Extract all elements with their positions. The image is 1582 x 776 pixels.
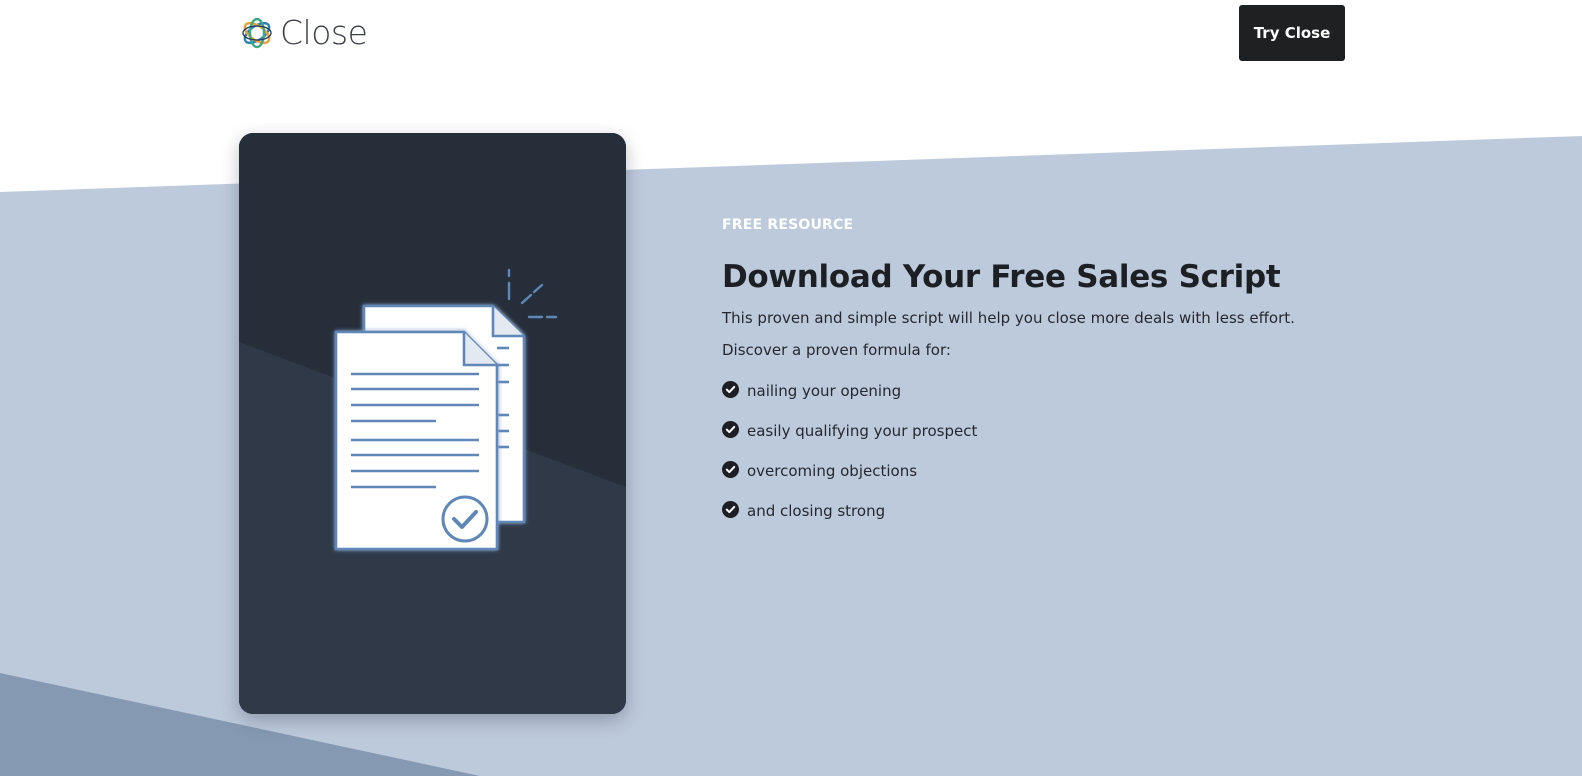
- documents-check-icon: [334, 268, 558, 551]
- eyebrow-label: FREE RESOURCE: [722, 217, 854, 233]
- try-close-button[interactable]: Try Close: [1239, 5, 1345, 61]
- list-item: nailing your opening: [722, 371, 1422, 411]
- close-logo-icon: [242, 17, 272, 49]
- list-item-label: overcoming objections: [747, 462, 918, 480]
- site-header: Close Try Close: [0, 0, 1582, 66]
- landing-page: Close Try Close FREE RESOURCE Download Y…: [0, 0, 1582, 776]
- check-circle-icon: [722, 500, 739, 518]
- check-circle-icon: [722, 460, 739, 478]
- formula-intro: Discover a proven formula for:: [722, 341, 951, 359]
- list-item: easily qualifying your prospect: [722, 411, 1422, 451]
- list-item-label: nailing your opening: [747, 382, 902, 400]
- check-circle-icon: [722, 420, 739, 438]
- page-title: Download Your Free Sales Script: [722, 259, 1281, 295]
- list-item-label: easily qualifying your prospect: [747, 422, 978, 440]
- resource-card: [239, 133, 626, 714]
- hero-content: FREE RESOURCE Download Your Free Sales S…: [722, 215, 1422, 531]
- benefit-list: nailing your opening easily qualifying y…: [722, 371, 1422, 531]
- logo-link[interactable]: Close: [240, 13, 368, 52]
- list-item: overcoming objections: [722, 451, 1422, 491]
- check-circle-icon: [722, 380, 739, 398]
- list-item-label: and closing strong: [747, 502, 886, 520]
- list-item: and closing strong: [722, 491, 1422, 531]
- hero-description: This proven and simple script will help …: [722, 309, 1295, 327]
- logo-text: Close: [280, 13, 368, 52]
